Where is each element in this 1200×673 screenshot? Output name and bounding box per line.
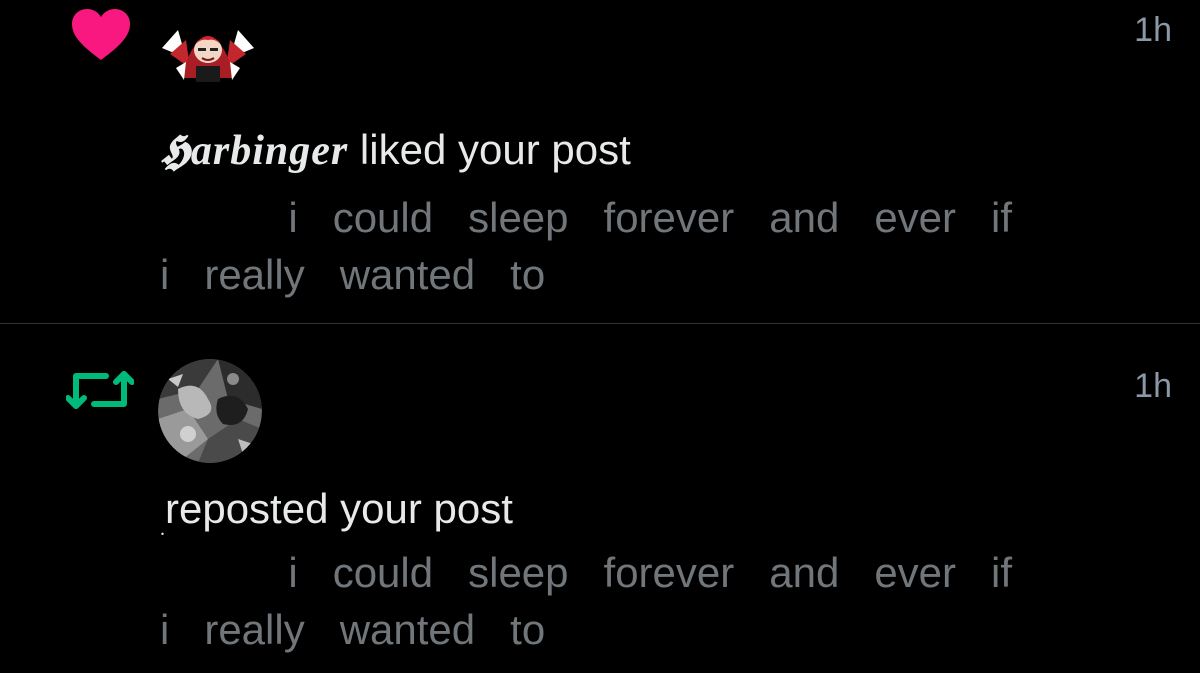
timestamp: 1h [1134,11,1172,49]
post-preview-line: i really wanted to [160,251,546,298]
post-preview-line: i really wanted to [160,606,546,653]
timestamp: 1h [1134,367,1172,405]
action-text: reposted your post [165,485,513,532]
post-preview-line: i could sleep forever and ever if [160,549,1013,596]
heart-icon [72,9,130,60]
notifications-feed: 1h 𝕳arbinger liked your post i could sle… [0,0,1200,673]
post-preview[interactable]: i could sleep forever and ever if i reall… [160,189,1135,303]
post-preview[interactable]: i could sleep forever and ever if i reall… [160,544,1135,658]
repost-icon [66,371,134,409]
avatar[interactable] [158,359,262,463]
post-preview-line: i could sleep forever and ever if [160,194,1013,241]
notification-headline: 𝕳arbinger liked your post [160,125,631,176]
action-text: liked your post [348,126,631,173]
notification-like[interactable]: 1h 𝕳arbinger liked your post i could sle… [0,0,1200,323]
avatar[interactable] [156,18,260,84]
username[interactable]: 𝕳arbinger [160,128,348,174]
